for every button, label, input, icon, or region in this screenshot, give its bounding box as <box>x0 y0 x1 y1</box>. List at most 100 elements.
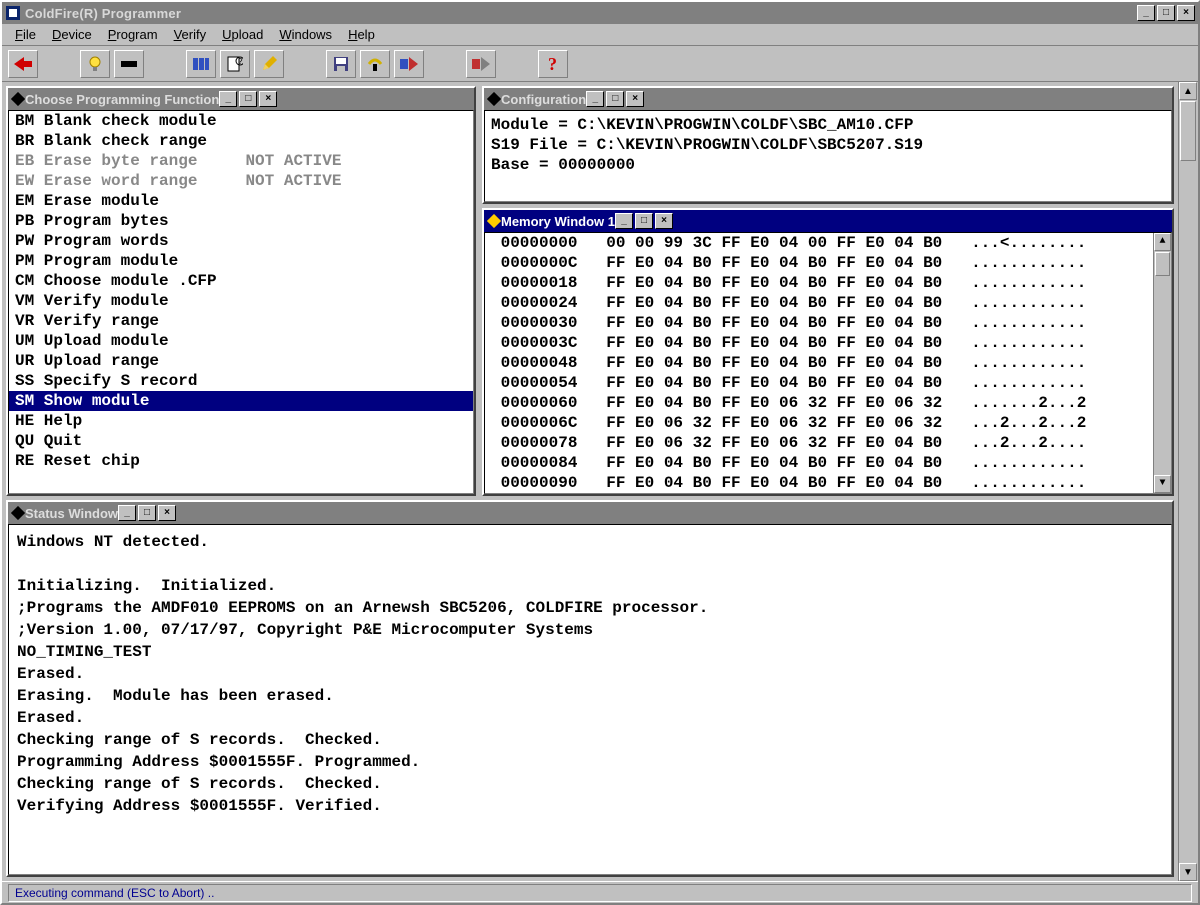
memory-row[interactable]: 0000003C FF E0 04 B0 FF E0 04 B0 FF E0 0… <box>485 333 1153 353</box>
toolbar-btn-11[interactable]: ? <box>538 50 568 78</box>
choose-item-eb[interactable]: EB Erase byte range NOT ACTIVE <box>9 151 473 171</box>
status-line: Initializing. Initialized. <box>13 575 1167 597</box>
choose-item-pw[interactable]: PW Program words <box>9 231 473 251</box>
status-line: Erasing. Module has been erased. <box>13 685 1167 707</box>
svg-text:?: ? <box>548 55 557 73</box>
toolbar-btn-9[interactable] <box>394 50 424 78</box>
memory-hex-view[interactable]: 00000000 00 00 99 3C FF E0 04 00 FF E0 0… <box>485 233 1153 493</box>
app-scroll-down-icon[interactable]: ▼ <box>1179 863 1197 881</box>
status-line: NO_TIMING_TEST <box>13 641 1167 663</box>
toolbar-btn-10[interactable] <box>466 50 496 78</box>
status-close-button[interactable]: × <box>158 505 176 521</box>
menu-help[interactable]: Help <box>341 25 382 44</box>
choose-item-he[interactable]: HE Help <box>9 411 473 431</box>
maximize-button[interactable]: □ <box>1157 5 1175 21</box>
choose-item-br[interactable]: BR Blank check range <box>9 131 473 151</box>
config-max-button[interactable]: □ <box>606 91 624 107</box>
memory-row[interactable]: 00000084 FF E0 04 B0 FF E0 04 B0 FF E0 0… <box>485 453 1153 473</box>
minimize-button[interactable]: _ <box>1137 5 1155 21</box>
app-icon <box>5 5 21 21</box>
memory-row[interactable]: 00000024 FF E0 04 B0 FF E0 04 B0 FF E0 0… <box>485 293 1153 313</box>
app-scrollbar[interactable]: ▲ ▼ <box>1178 82 1198 881</box>
status-max-button[interactable]: □ <box>138 505 156 521</box>
config-titlebar[interactable]: Configuration _ □ × <box>484 88 1172 110</box>
choose-item-cm[interactable]: CM Choose module .CFP <box>9 271 473 291</box>
memory-body: 00000000 00 00 99 3C FF E0 04 00 FF E0 0… <box>484 232 1172 494</box>
status-min-button[interactable]: _ <box>118 505 136 521</box>
status-line: Erased. <box>13 663 1167 685</box>
choose-item-um[interactable]: UM Upload module <box>9 331 473 351</box>
toolbar-btn-7[interactable] <box>326 50 356 78</box>
config-min-button[interactable]: _ <box>586 91 604 107</box>
toolbar-btn-8[interactable] <box>360 50 390 78</box>
choose-item-ur[interactable]: UR Upload range <box>9 351 473 371</box>
choose-min-button[interactable]: _ <box>219 91 237 107</box>
choose-item-ew[interactable]: EW Erase word range NOT ACTIVE <box>9 171 473 191</box>
menu-device[interactable]: Device <box>45 25 99 44</box>
memory-close-button[interactable]: × <box>655 213 673 229</box>
scroll-thumb[interactable] <box>1155 252 1170 276</box>
menu-program[interactable]: Program <box>101 25 165 44</box>
toolbar-btn-6[interactable] <box>254 50 284 78</box>
memory-row[interactable]: 0000006C FF E0 06 32 FF E0 06 32 FF E0 0… <box>485 413 1153 433</box>
choose-item-sm[interactable]: SM Show module <box>9 391 473 411</box>
memory-row[interactable]: 00000060 FF E0 04 B0 FF E0 06 32 FF E0 0… <box>485 393 1153 413</box>
app-scroll-thumb[interactable] <box>1180 101 1196 161</box>
status-line: Checking range of S records. Checked. <box>13 773 1167 795</box>
config-body: Module = C:\KEVIN\PROGWIN\COLDF\SBC_AM10… <box>484 110 1172 202</box>
menu-file[interactable]: File <box>8 25 43 44</box>
choose-close-button[interactable]: × <box>259 91 277 107</box>
choose-item-vr[interactable]: VR Verify range <box>9 311 473 331</box>
memory-row[interactable]: 00000054 FF E0 04 B0 FF E0 04 B0 FF E0 0… <box>485 373 1153 393</box>
choose-max-button[interactable]: □ <box>239 91 257 107</box>
choose-list[interactable]: BM Blank check moduleBR Blank check rang… <box>8 110 474 494</box>
memory-titlebar[interactable]: Memory Window 1 _ □ × <box>484 210 1172 232</box>
memory-row[interactable]: 0000000C FF E0 04 B0 FF E0 04 B0 FF E0 0… <box>485 253 1153 273</box>
memory-max-button[interactable]: □ <box>635 213 653 229</box>
choose-item-bm[interactable]: BM Blank check module <box>9 111 473 131</box>
choose-item-qu[interactable]: QU Quit <box>9 431 473 451</box>
memory-row[interactable]: 00000018 FF E0 04 B0 FF E0 04 B0 FF E0 0… <box>485 273 1153 293</box>
status-line: ;Version 1.00, 07/17/97, Copyright P&E M… <box>13 619 1167 641</box>
app-scroll-up-icon[interactable]: ▲ <box>1179 82 1197 100</box>
config-line-0: Module = C:\KEVIN\PROGWIN\COLDF\SBC_AM10… <box>491 115 1165 135</box>
status-line: Verifying Address $0001555F. Verified. <box>13 795 1167 817</box>
choose-item-vm[interactable]: VM Verify module <box>9 291 473 311</box>
statusbar-text: Executing command (ESC to Abort) .. <box>8 884 1192 902</box>
status-line: Checking range of S records. Checked. <box>13 729 1167 751</box>
choose-item-ss[interactable]: SS Specify S record <box>9 371 473 391</box>
app-titlebar[interactable]: ColdFire(R) Programmer _ □ × <box>2 2 1198 24</box>
scroll-up-icon[interactable]: ▲ <box>1154 233 1171 251</box>
status-line: ;Programs the AMDF010 EEPROMS on an Arne… <box>13 597 1167 619</box>
toolbar-btn-5[interactable]: ? <box>220 50 250 78</box>
toolbar-btn-3[interactable] <box>114 50 144 78</box>
memory-scrollbar[interactable]: ▲ ▼ <box>1153 233 1171 493</box>
status-line: Erased. <box>13 707 1167 729</box>
config-close-button[interactable]: × <box>626 91 644 107</box>
toolbar-btn-1[interactable] <box>8 50 38 78</box>
toolbar: ? ? <box>2 46 1198 82</box>
menu-upload[interactable]: Upload <box>215 25 270 44</box>
memory-row[interactable]: 00000078 FF E0 06 32 FF E0 06 32 FF E0 0… <box>485 433 1153 453</box>
choose-item-em[interactable]: EM Erase module <box>9 191 473 211</box>
choose-titlebar[interactable]: Choose Programming Function _ □ × <box>8 88 474 110</box>
config-line-2: Base = 00000000 <box>491 155 1165 175</box>
menu-windows[interactable]: Windows <box>272 25 339 44</box>
menu-verify[interactable]: Verify <box>167 25 214 44</box>
choose-item-re[interactable]: RE Reset chip <box>9 451 473 471</box>
status-titlebar[interactable]: Status Window _ □ × <box>8 502 1172 524</box>
status-body: Windows NT detected. Initializing. Initi… <box>8 524 1172 875</box>
memory-row[interactable]: 00000030 FF E0 04 B0 FF E0 04 B0 FF E0 0… <box>485 313 1153 333</box>
config-line-1: S19 File = C:\KEVIN\PROGWIN\COLDF\SBC520… <box>491 135 1165 155</box>
choose-item-pm[interactable]: PM Program module <box>9 251 473 271</box>
choose-window: Choose Programming Function _ □ × BM Bla… <box>6 86 476 496</box>
scroll-down-icon[interactable]: ▼ <box>1154 475 1171 493</box>
toolbar-btn-4[interactable] <box>186 50 216 78</box>
toolbar-btn-2[interactable] <box>80 50 110 78</box>
memory-row[interactable]: 00000090 FF E0 04 B0 FF E0 04 B0 FF E0 0… <box>485 473 1153 493</box>
close-button[interactable]: × <box>1177 5 1195 21</box>
memory-row[interactable]: 00000000 00 00 99 3C FF E0 04 00 FF E0 0… <box>485 233 1153 253</box>
memory-min-button[interactable]: _ <box>615 213 633 229</box>
choose-item-pb[interactable]: PB Program bytes <box>9 211 473 231</box>
memory-row[interactable]: 00000048 FF E0 04 B0 FF E0 04 B0 FF E0 0… <box>485 353 1153 373</box>
